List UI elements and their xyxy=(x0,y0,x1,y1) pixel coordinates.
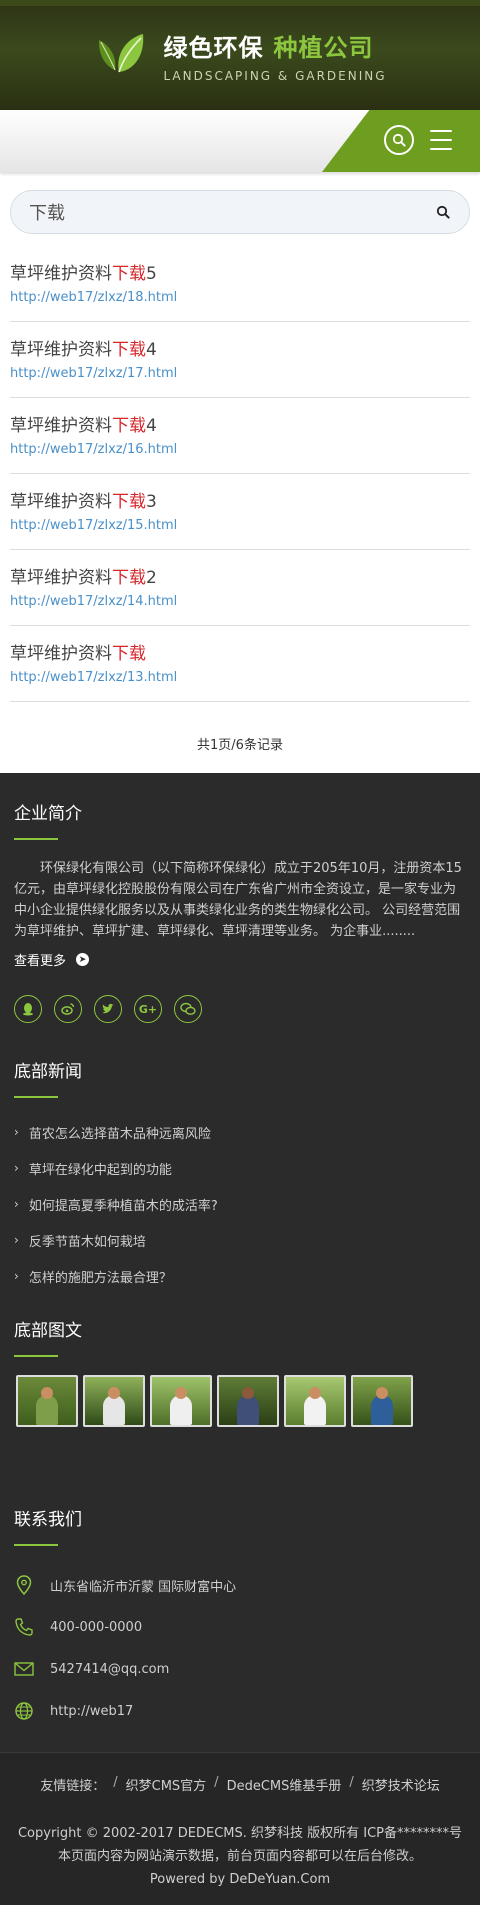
result-url[interactable]: http://web17/zlxz/16.html xyxy=(10,442,470,457)
result-item: 草坪维护资料下载5 http://web17/zlxz/18.html xyxy=(10,246,470,322)
contact-list: 山东省临沂市沂蒙 国际财富中心 400-000-0000 5427414@qq.… xyxy=(14,1564,466,1732)
news-item[interactable]: › 草坪在绿化中起到的功能 xyxy=(14,1150,466,1186)
weibo-icon[interactable] xyxy=(54,995,82,1023)
friend-link[interactable]: 织梦技术论坛 xyxy=(362,1775,440,1794)
wechat-icon[interactable] xyxy=(174,995,202,1023)
twitter-icon[interactable] xyxy=(94,995,122,1023)
news-list: › 苗农怎么选择苗木品种远离风险 › 草坪在绿化中起到的功能 › 如何提高夏季种植苗木… xyxy=(14,1114,466,1294)
section-title-news: 底部新闻 xyxy=(14,1062,82,1082)
chevron-right-icon: › xyxy=(14,1125,19,1139)
read-more-link[interactable]: 查看更多 ➤ xyxy=(14,950,466,969)
section-divider xyxy=(14,1355,58,1357)
pagination-summary: 共1页/6条记录 xyxy=(197,738,283,753)
company-intro-text: 环保绿化有限公司（以下简称环保绿化）成立于205年10月，注册资本15亿元，由草… xyxy=(14,861,462,939)
chevron-right-icon: › xyxy=(14,1197,19,1211)
gallery-thumb[interactable] xyxy=(83,1375,145,1427)
chevron-right-icon: › xyxy=(14,1161,19,1175)
search-input[interactable] xyxy=(29,201,433,223)
search-bar xyxy=(10,190,470,234)
demo-notice: 本页面内容为网站演示数据，前台页面内容都可以在后台修改。 xyxy=(57,1849,422,1864)
result-item: 草坪维护资料下载3 http://web17/zlxz/15.html xyxy=(10,474,470,550)
friend-links-label: 友情链接： xyxy=(40,1779,106,1794)
news-item[interactable]: › 苗农怎么选择苗木品种远离风险 xyxy=(14,1114,466,1150)
leaf-logo-icon xyxy=(99,34,144,73)
search-icon xyxy=(436,205,450,219)
result-title[interactable]: 草坪维护资料下载4 xyxy=(10,414,470,438)
copyright-text: Copyright © 2002-2017 DEDECMS. 织梦科技 版权所有… xyxy=(17,1826,463,1841)
result-item: 草坪维护资料下载4 http://web17/zlxz/16.html xyxy=(10,398,470,474)
location-pin-icon xyxy=(14,1575,34,1595)
contact-address: 山东省临沂市沂蒙 国际财富中心 xyxy=(14,1564,466,1606)
social-links: G+ xyxy=(14,995,466,1023)
result-url[interactable]: http://web17/zlxz/15.html xyxy=(10,518,470,533)
news-item[interactable]: › 反季节苗木如何栽培 xyxy=(14,1222,466,1258)
gallery-thumb[interactable] xyxy=(16,1375,78,1427)
contact-email: 5427414@qq.com xyxy=(14,1648,466,1690)
nav-bar xyxy=(0,110,480,172)
nav-search-button[interactable] xyxy=(384,125,414,155)
footer-bottom: 友情链接： / 织梦CMS官方 / DedeCMS维基手册 / 织梦技术论坛 C… xyxy=(0,1752,480,1905)
section-title-company: 企业简介 xyxy=(14,804,82,824)
logo-title-green: 种植公司 xyxy=(273,33,374,62)
link-separator: / xyxy=(214,1775,219,1790)
search-results: 草坪维护资料下载5 http://web17/zlxz/18.html 草坪维护… xyxy=(0,234,480,773)
result-item: 草坪维护资料下载 http://web17/zlxz/13.html xyxy=(10,626,470,702)
mail-icon xyxy=(14,1659,34,1679)
chevron-right-icon: › xyxy=(14,1269,19,1283)
google-plus-icon[interactable]: G+ xyxy=(134,995,162,1023)
section-title-contact: 联系我们 xyxy=(14,1510,82,1530)
logo-title-white: 绿色环保 xyxy=(163,33,264,62)
link-separator: / xyxy=(113,1775,118,1790)
photo-gallery xyxy=(14,1375,466,1427)
result-title[interactable]: 草坪维护资料下载2 xyxy=(10,566,470,590)
link-separator: / xyxy=(349,1775,354,1790)
result-title[interactable]: 草坪维护资料下载4 xyxy=(10,338,470,362)
result-url[interactable]: http://web17/zlxz/18.html xyxy=(10,290,470,305)
logo-title: 绿色环保 种植公司 xyxy=(163,28,386,63)
result-title[interactable]: 草坪维护资料下载 xyxy=(10,642,470,666)
result-url[interactable]: http://web17/zlxz/14.html xyxy=(10,594,470,609)
news-item[interactable]: › 怎样的施肥方法最合理？ xyxy=(14,1258,466,1294)
gallery-thumb[interactable] xyxy=(351,1375,413,1427)
contact-phone: 400-000-0000 xyxy=(14,1606,466,1648)
site-header: 绿色环保 种植公司 LANDSCAPING & GARDENING xyxy=(0,0,480,110)
result-title[interactable]: 草坪维护资料下载5 xyxy=(10,262,470,286)
section-title-gallery: 底部图文 xyxy=(14,1321,82,1341)
logo-subtitle: LANDSCAPING & GARDENING xyxy=(163,68,387,83)
result-url[interactable]: http://web17/zlxz/17.html xyxy=(10,366,470,381)
friend-link[interactable]: 织梦CMS官方 xyxy=(126,1775,207,1794)
gallery-thumb[interactable] xyxy=(217,1375,279,1427)
powered-by[interactable]: Powered by DeDeYuan.Com xyxy=(10,1868,470,1891)
result-item: 草坪维护资料下载4 http://web17/zlxz/17.html xyxy=(10,322,470,398)
chevron-right-icon: › xyxy=(14,1233,19,1247)
search-icon xyxy=(392,133,406,147)
globe-icon xyxy=(14,1701,34,1721)
logo[interactable]: 绿色环保 种植公司 LANDSCAPING & GARDENING xyxy=(93,28,386,83)
friend-links: 友情链接： / 织梦CMS官方 / DedeCMS维基手册 / 织梦技术论坛 xyxy=(10,1775,470,1794)
phone-icon xyxy=(14,1617,34,1637)
gallery-thumb[interactable] xyxy=(150,1375,212,1427)
gallery-thumb[interactable] xyxy=(284,1375,346,1427)
result-url[interactable]: http://web17/zlxz/13.html xyxy=(10,670,470,685)
friend-link[interactable]: DedeCMS维基手册 xyxy=(227,1775,342,1794)
read-more-label: 查看更多 xyxy=(14,954,67,969)
result-title[interactable]: 草坪维护资料下载3 xyxy=(10,490,470,514)
result-item: 草坪维护资料下载2 http://web17/zlxz/14.html xyxy=(10,550,470,626)
news-item[interactable]: › 如何提高夏季种植苗木的成活率? xyxy=(14,1186,466,1222)
menu-icon[interactable] xyxy=(430,130,452,150)
arrow-right-icon: ➤ xyxy=(76,953,90,966)
footer-main: 企业简介 环保绿化有限公司（以下简称环保绿化）成立于205年10月，注册资本15… xyxy=(0,773,480,1752)
section-divider xyxy=(14,838,58,840)
search-submit-button[interactable] xyxy=(433,202,453,222)
section-divider xyxy=(14,1544,58,1546)
copyright-block: Copyright © 2002-2017 DEDECMS. 织梦科技 版权所有… xyxy=(10,1822,470,1891)
qq-icon[interactable] xyxy=(14,995,42,1023)
contact-website: http://web17 xyxy=(14,1690,466,1732)
section-divider xyxy=(14,1096,58,1098)
